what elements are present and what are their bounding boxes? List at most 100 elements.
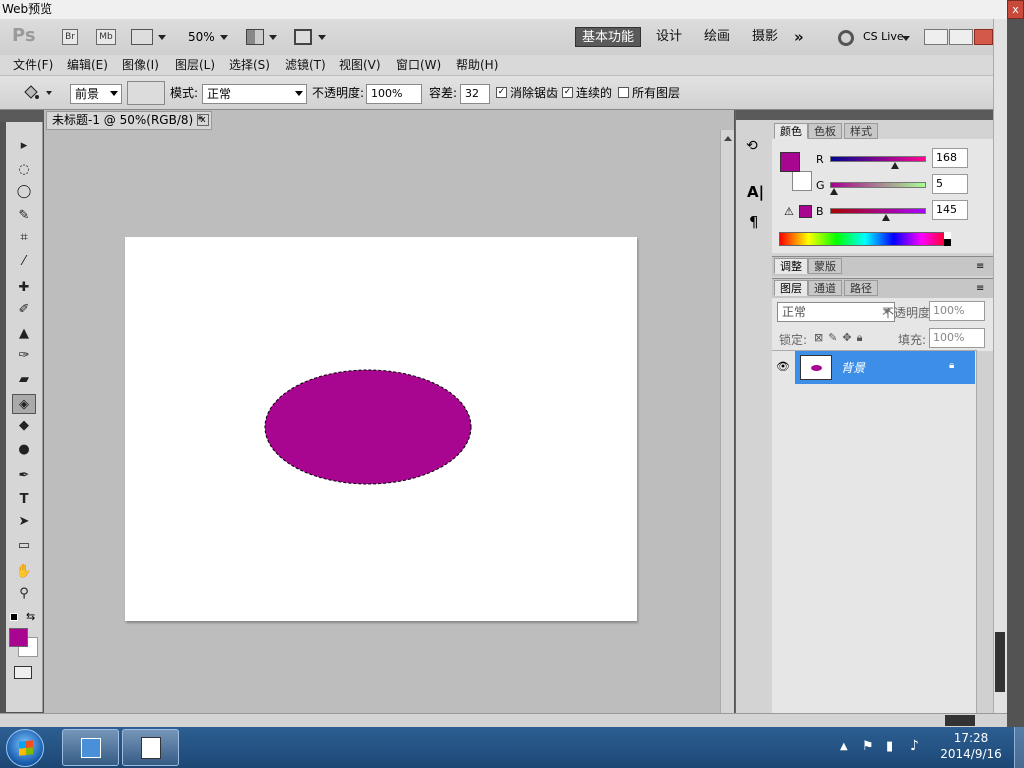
brush-tool-icon[interactable]: ✐ xyxy=(12,300,36,320)
r-slider[interactable] xyxy=(830,156,926,162)
menu-edit[interactable]: 编辑(E) xyxy=(67,57,108,74)
chevron-down-icon[interactable] xyxy=(902,36,910,41)
crop-tool-icon[interactable]: ⌗ xyxy=(12,228,36,248)
visibility-eye-icon[interactable]: 👁︎ xyxy=(776,360,790,373)
menu-select[interactable]: 选择(S) xyxy=(229,57,270,74)
layer-fill-input[interactable]: 100% xyxy=(929,328,985,348)
paint-bucket-tool-icon[interactable]: ◈ xyxy=(12,394,36,414)
layers-scrollbar[interactable] xyxy=(976,351,993,713)
tool-preset-dropdown-icon[interactable] xyxy=(46,91,52,95)
b-slider[interactable] xyxy=(830,208,926,214)
cslive-label[interactable]: CS Live xyxy=(863,30,904,44)
minimize-button[interactable] xyxy=(924,29,948,45)
volume-icon[interactable]: ♪ xyxy=(910,738,919,754)
taskbar-app-web-preview[interactable] xyxy=(122,729,179,766)
layer-row-background[interactable]: 背景 🔒︎ xyxy=(795,351,975,384)
workspace-essentials[interactable]: 基本功能 xyxy=(575,27,642,47)
canvas[interactable] xyxy=(125,237,637,621)
panel-menu-icon[interactable]: ≡ xyxy=(976,261,984,272)
antialias-checkbox[interactable]: ✓ xyxy=(496,87,507,98)
tab-color[interactable]: 颜色 xyxy=(774,123,808,139)
b-slider-handle[interactable] xyxy=(882,214,890,221)
lasso-tool-icon[interactable]: ◯ xyxy=(12,182,36,202)
tab-masks[interactable]: 蒙版 xyxy=(808,258,842,274)
swap-colors-icon[interactable]: ⇆ xyxy=(26,610,35,623)
restore-button[interactable] xyxy=(949,29,973,45)
start-button[interactable] xyxy=(6,729,44,767)
panel-menu-icon[interactable]: ≡ xyxy=(976,283,984,294)
all-layers-checkbox[interactable] xyxy=(618,87,629,98)
menu-image[interactable]: 图像(I) xyxy=(122,57,159,74)
eyedropper-tool-icon[interactable]: ⁄ xyxy=(12,252,36,272)
quick-select-tool-icon[interactable]: ✎ xyxy=(12,206,36,226)
horizontal-scrollbar[interactable] xyxy=(0,713,1007,727)
out-of-gamut-warning-icon[interactable]: ⚠ xyxy=(784,205,794,218)
tolerance-input[interactable]: 32 xyxy=(460,84,490,104)
history-panel-icon[interactable]: ⟲ xyxy=(746,138,758,154)
zoom-tool-icon[interactable]: ⚲ xyxy=(12,584,36,604)
layer-name[interactable]: 背景 xyxy=(841,359,865,376)
marquee-tool-icon[interactable]: ◌ xyxy=(12,160,36,180)
r-slider-handle[interactable] xyxy=(891,162,899,169)
chevron-down-icon[interactable] xyxy=(318,35,326,40)
tab-adjustments[interactable]: 调整 xyxy=(774,258,808,274)
tab-paths[interactable]: 路径 xyxy=(844,280,878,296)
tab-swatches[interactable]: 色板 xyxy=(808,123,842,139)
workspace-painting[interactable]: 绘画 xyxy=(698,27,736,47)
action-center-icon[interactable]: ⚑ xyxy=(862,739,874,754)
menu-filter[interactable]: 滤镜(T) xyxy=(285,57,326,74)
rectangle-tool-icon[interactable]: ▭ xyxy=(12,536,36,556)
outer-scroll-thumb[interactable] xyxy=(995,632,1005,692)
layer-opacity-input[interactable]: 100% xyxy=(929,301,985,321)
zoom-level[interactable]: 50% xyxy=(188,28,215,46)
history-brush-tool-icon[interactable]: ✑ xyxy=(12,346,36,366)
window-close-button[interactable]: x xyxy=(1007,0,1024,19)
healing-brush-tool-icon[interactable]: ✚ xyxy=(12,278,36,298)
pen-tool-icon[interactable]: ✒ xyxy=(12,466,36,486)
character-panel-icon[interactable]: A| xyxy=(747,183,764,201)
tab-layers[interactable]: 图层 xyxy=(774,280,808,296)
more-workspaces-button[interactable]: » xyxy=(788,27,810,47)
move-tool-icon[interactable]: ▸ xyxy=(12,136,36,156)
clone-stamp-tool-icon[interactable]: ▲ xyxy=(12,324,36,344)
bridge-icon[interactable]: Br xyxy=(62,29,78,45)
menu-help[interactable]: 帮助(H) xyxy=(456,57,498,74)
fill-source-select[interactable]: 前景 xyxy=(70,84,122,104)
workspace-design[interactable]: 设计 xyxy=(650,27,688,47)
strip-header[interactable] xyxy=(736,110,773,120)
gamut-color-swatch[interactable] xyxy=(799,205,812,218)
g-value-input[interactable]: 5 xyxy=(932,174,968,194)
show-desktop-button[interactable] xyxy=(1014,727,1024,768)
black-white-ramp[interactable] xyxy=(944,232,951,246)
view-extras-icon[interactable] xyxy=(131,29,153,45)
minibridge-icon[interactable]: Mb xyxy=(96,29,116,45)
workspace-photography[interactable]: 摄影 xyxy=(746,27,784,47)
document-vertical-scrollbar[interactable] xyxy=(720,130,734,713)
tab-channels[interactable]: 通道 xyxy=(808,280,842,296)
color-spectrum-ramp[interactable] xyxy=(779,232,951,246)
g-slider-handle[interactable] xyxy=(830,188,838,195)
blur-tool-icon[interactable]: ◆ xyxy=(12,416,36,436)
eraser-tool-icon[interactable]: ▰ xyxy=(12,370,36,390)
g-slider[interactable] xyxy=(830,182,926,188)
cslive-icon[interactable] xyxy=(838,30,854,46)
chevron-down-icon[interactable] xyxy=(269,35,277,40)
app-close-button[interactable] xyxy=(974,29,993,45)
menu-view[interactable]: 视图(V) xyxy=(339,57,381,74)
dodge-tool-icon[interactable]: ● xyxy=(12,440,36,460)
dock-header[interactable] xyxy=(772,110,993,120)
path-select-tool-icon[interactable]: ➤ xyxy=(12,512,36,532)
contiguous-checkbox[interactable]: ✓ xyxy=(562,87,573,98)
pattern-picker[interactable] xyxy=(127,81,165,105)
show-hidden-icons[interactable]: ▲ xyxy=(840,741,848,752)
quick-mask-icon[interactable] xyxy=(14,666,32,679)
color-panel-foreground-swatch[interactable] xyxy=(780,152,800,172)
menu-file[interactable]: 文件(F) xyxy=(13,57,53,74)
left-panel-collapse-bar[interactable] xyxy=(0,110,44,122)
mode-select[interactable]: 正常 xyxy=(202,84,307,104)
paint-bucket-icon[interactable] xyxy=(22,84,40,102)
taskbar-app-security[interactable] xyxy=(62,729,119,766)
screen-mode-icon[interactable] xyxy=(294,29,312,45)
horizontal-scroll-thumb[interactable] xyxy=(945,715,975,726)
menu-layer[interactable]: 图层(L) xyxy=(175,57,215,74)
